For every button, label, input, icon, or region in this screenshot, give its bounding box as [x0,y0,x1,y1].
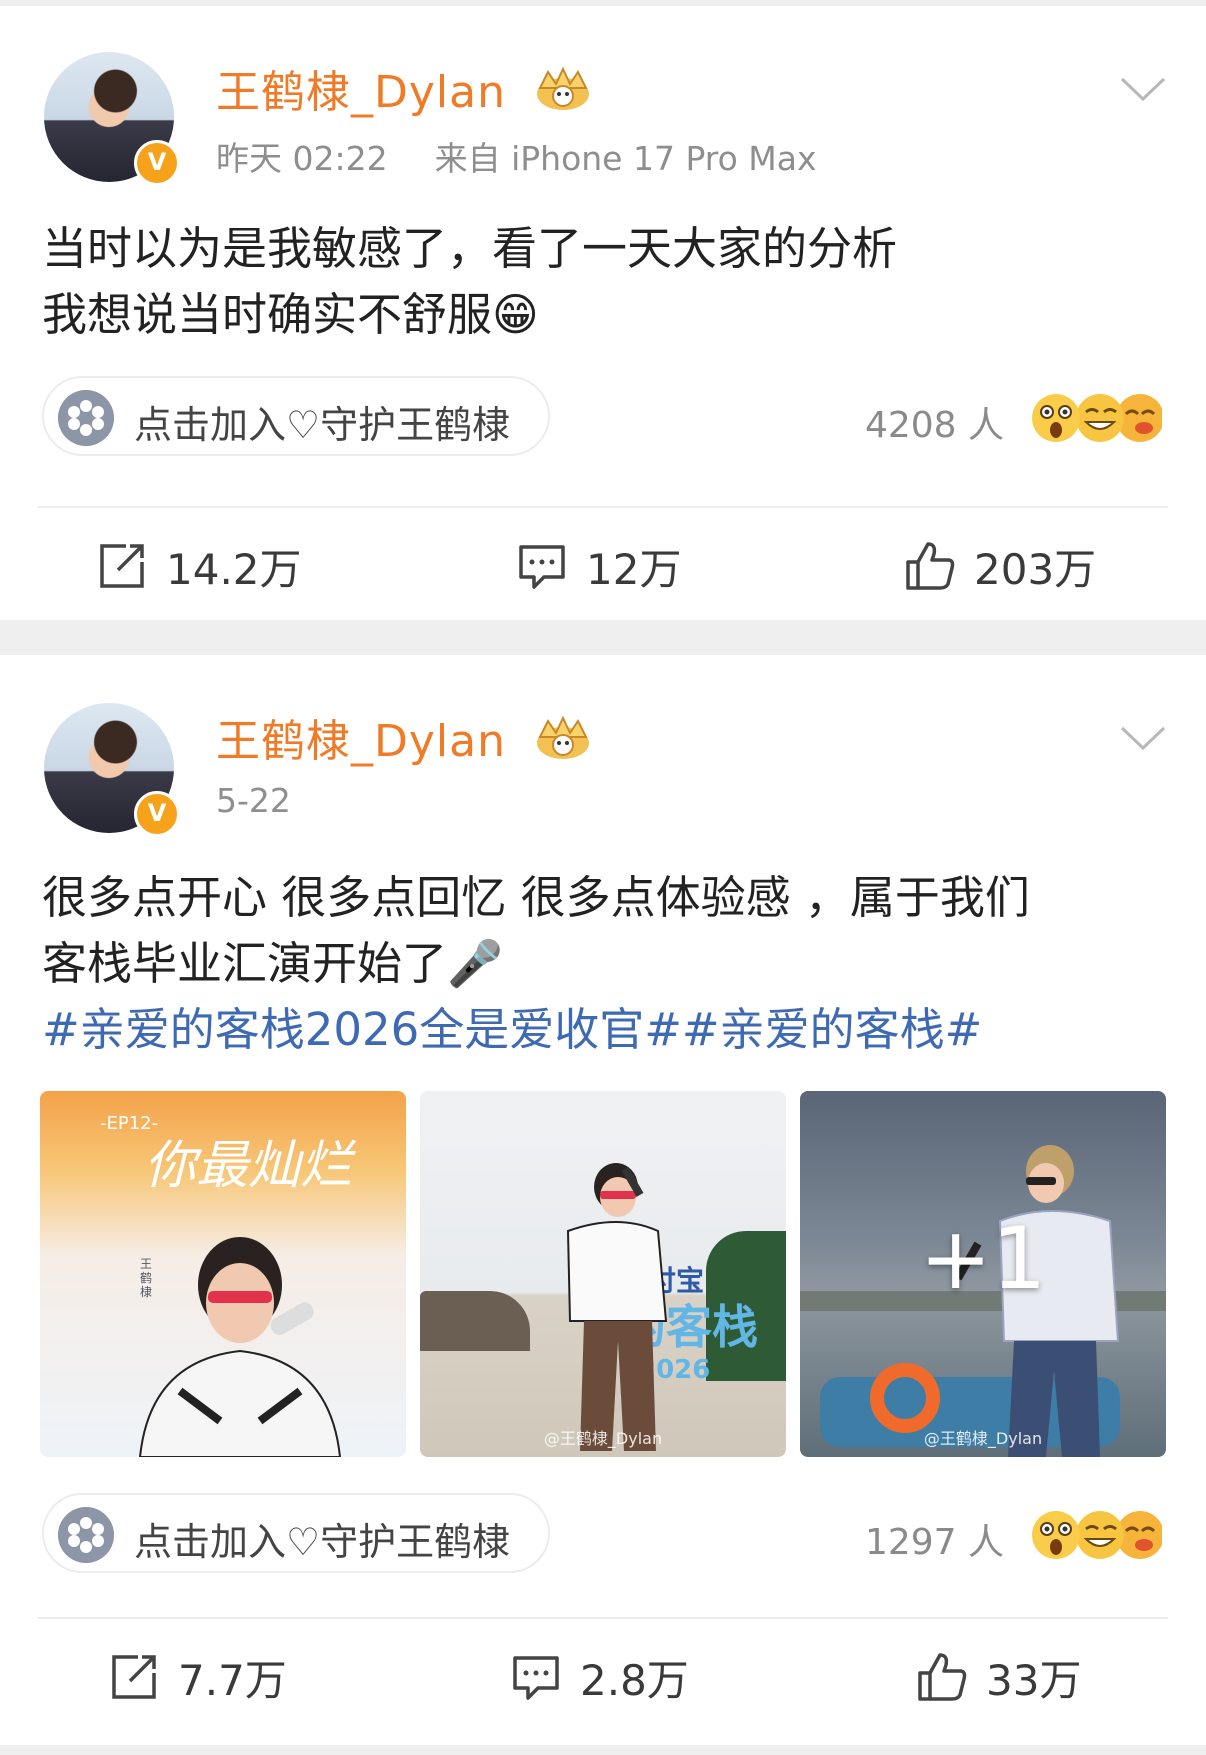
emoji-reactions-icon[interactable] [1028,1507,1162,1563]
group-member-count: 1297 人 [864,1522,1004,1563]
author-name[interactable]: 王鹤棣_Dylan [216,56,506,120]
weibo-post-2: V 王鹤棣_Dylan 5-22 很多点开心 很多点回忆 很多点体验感 ，属于我… [0,655,1206,1745]
pier [420,1291,530,1351]
comment-button[interactable]: 12万 [516,536,681,596]
like-button[interactable]: 203万 [904,536,1096,596]
repost-icon [112,1655,156,1699]
repost-icon [100,544,144,588]
post-text: 很多点开心 很多点回忆 很多点体验感 ，属于我们 客栈毕业汇演开始了🎤 #亲爱的… [42,865,1170,1063]
like-count: 33万 [986,1655,1082,1705]
group-member-count: 4208 人 [864,405,1004,446]
group-label: 点击加入♡守护王鹤棣 [134,403,511,447]
watermark: @王鹤棣_Dylan [543,1429,663,1448]
repost-count: 7.7万 [178,1655,287,1705]
comment-count: 2.8万 [580,1655,689,1705]
post-text-line: 很多点开心 很多点回忆 很多点体验感 ，属于我们 [42,871,1030,924]
more-images-overlay: +1 [919,1209,1047,1309]
group-icon [58,1507,114,1563]
post-text-line: 客栈毕业汇演开始了🎤 [42,937,504,990]
group-icon [58,390,114,446]
post-time: 昨天 02:22 [216,139,388,178]
emoji-reactions-icon[interactable] [1028,390,1162,446]
like-count: 203万 [974,544,1097,594]
post-text-line: 我想说当时确实不舒服😁 [42,288,539,341]
watermark: @王鹤棣_Dylan [923,1429,1043,1448]
comment-icon [519,545,565,589]
weibo-post-1: V 王鹤棣_Dylan 昨天 02:22 来自 iPhone 17 Pro Ma… [0,6,1206,620]
repost-button[interactable]: 14.2万 [96,536,302,596]
post-meta: 昨天 02:22 来自 iPhone 17 Pro Max [216,132,817,180]
v-badge-icon: V [134,791,180,837]
avatar[interactable]: V [44,703,180,837]
like-icon [918,1653,967,1701]
like-button[interactable]: 33万 [916,1647,1081,1707]
group-label: 点击加入♡守护王鹤棣 [134,1520,511,1564]
singer-figure [138,1237,342,1457]
join-group-button[interactable]: 点击加入♡守护王鹤棣 [42,1493,550,1573]
post-image-1[interactable]: -EP12- 你最灿烂 王鹤棣 [40,1091,406,1457]
post-image-3[interactable]: +1 @王鹤棣_Dylan [800,1091,1166,1457]
divider [38,506,1168,508]
comment-count: 12万 [586,544,682,594]
post-image-2[interactable]: 支付宝 的客栈 2026 @王鹤棣_Dylan [420,1091,786,1457]
crown-icon [537,66,589,110]
divider [38,1617,1168,1619]
author-name[interactable]: 王鹤棣_Dylan [216,705,506,769]
join-group-button[interactable]: 点击加入♡守护王鹤棣 [42,376,550,456]
comment-button[interactable]: 2.8万 [510,1647,689,1707]
post-text-line: 当时以为是我敏感了，看了一天大家的分析 [42,222,898,275]
post-time: 5-22 [216,781,291,820]
chevron-down-icon[interactable] [1120,725,1166,751]
crown-icon [537,715,589,759]
repost-button[interactable]: 7.7万 [108,1647,287,1707]
avatar[interactable]: V [44,52,180,186]
life-ring [870,1363,940,1433]
post-text: 当时以为是我敏感了，看了一天大家的分析 我想说当时确实不舒服😁 [42,216,1170,348]
chevron-down-icon[interactable] [1120,76,1166,102]
v-badge-icon: V [134,140,180,186]
like-icon [906,542,955,590]
singer-figure [566,1163,668,1451]
comment-icon [513,1656,559,1700]
post-source: 来自 iPhone 17 Pro Max [434,139,817,178]
title-art: 你最灿烂 [144,1136,353,1196]
repost-count: 14.2万 [166,544,302,594]
hashtag-link[interactable]: #亲爱的客栈2026全是爱收官##亲爱的客栈# [42,997,1170,1063]
